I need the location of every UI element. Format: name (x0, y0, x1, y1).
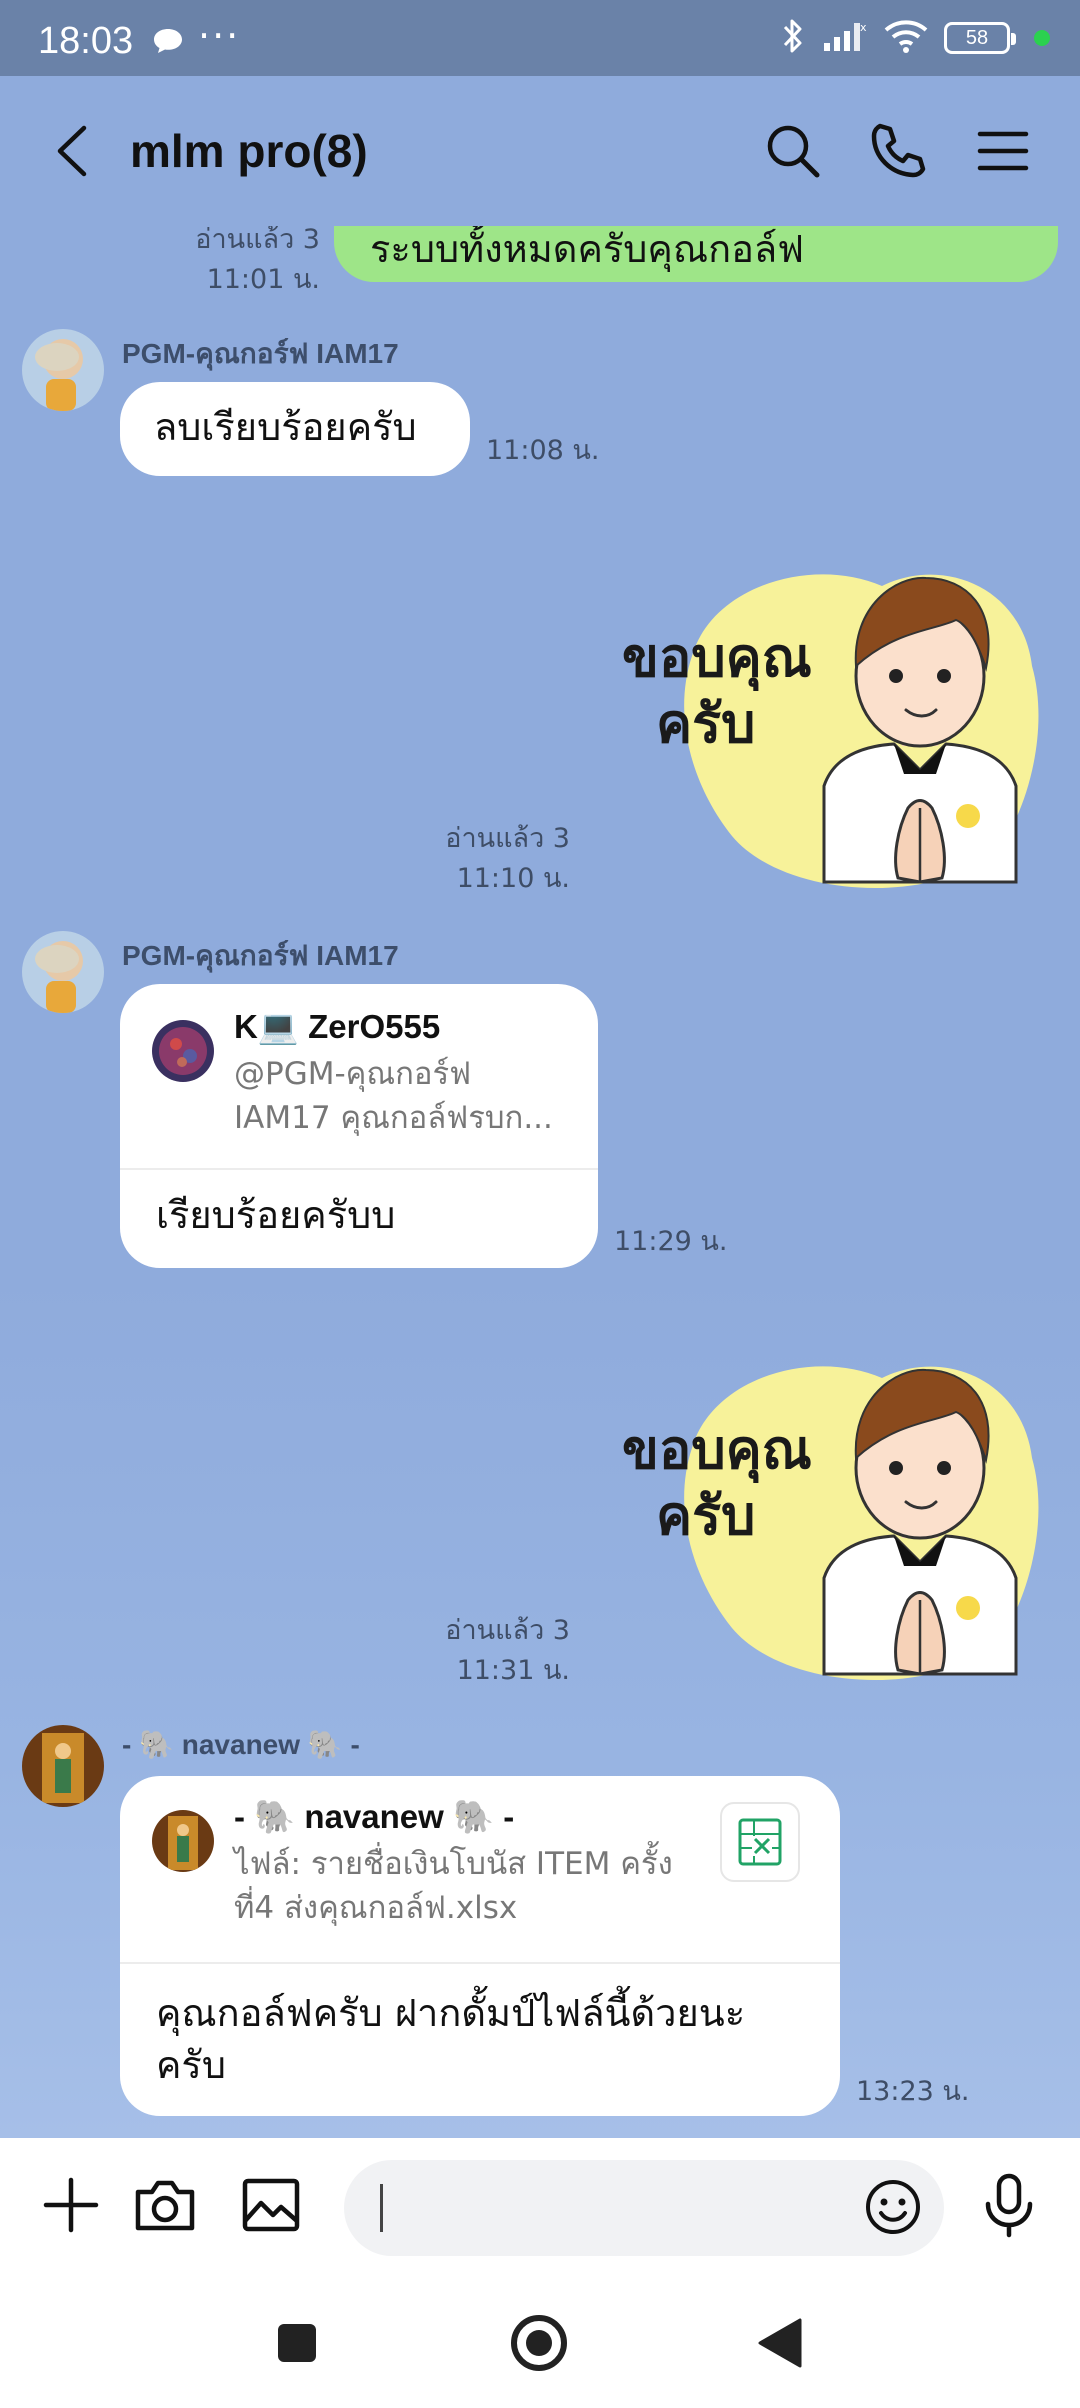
phone-icon[interactable] (866, 120, 928, 182)
avatar[interactable] (22, 329, 104, 411)
excel-file-icon[interactable] (720, 1802, 800, 1882)
text-cursor (380, 2184, 383, 2232)
sticker-text: ขอบคุณ (622, 626, 812, 692)
home-icon[interactable] (504, 2308, 574, 2378)
avatar[interactable] (22, 931, 104, 1013)
message-read-receipt: อ่านแล้ว 3 11:10 น. (445, 823, 570, 894)
quoted-text: @PGM-คุณกอร์ฟ (234, 1056, 472, 1092)
incoming-reply-bubble[interactable]: K💻 ZerO555 @PGM-คุณกอร์ฟ IAM17 คุณกอล์ฟร… (120, 984, 598, 1268)
chat-header: mlm pro(8) (0, 76, 1080, 226)
message-text: เรียบร้อยครับบ (156, 1193, 396, 1237)
search-icon[interactable] (762, 120, 824, 182)
menu-icon[interactable] (972, 120, 1034, 182)
divider (120, 1962, 840, 1964)
status-more: ··· (198, 14, 241, 58)
sender-name: - 🐘 navanew 🐘 - (122, 1729, 360, 1760)
quoted-avatar (152, 1020, 214, 1082)
quoted-avatar (152, 1810, 214, 1872)
svg-text:x: x (860, 21, 867, 34)
chat-title[interactable]: mlm pro(8) (130, 124, 368, 178)
message-text: ลบเรียบร้อยครับ (154, 405, 417, 449)
quoted-sender: K💻 ZerO555 (234, 1008, 441, 1045)
system-nav-bar (0, 2278, 1080, 2408)
avatar[interactable] (22, 1725, 104, 1807)
quoted-text: IAM17 คุณกอล์ฟรบก... (234, 1100, 553, 1136)
quoted-file-name: ที่4 ส่งคุณกอล์ฟ.xlsx (234, 1890, 518, 1926)
quoted-sender: - 🐘 navanew 🐘 - (234, 1798, 515, 1835)
sender-name: PGM-คุณกอร์ฟ IAM17 (122, 940, 399, 971)
message-time: 11:29 น. (614, 1226, 728, 1257)
message-text: ระบบทั้งหมดครับคุณกอล์ฟ (370, 227, 805, 271)
message-time: 11:08 น. (486, 435, 600, 466)
divider (120, 1168, 598, 1170)
incoming-message-bubble[interactable]: ลบเรียบร้อยครับ (120, 382, 470, 476)
status-dot (1034, 30, 1050, 46)
bluetooth-icon (780, 16, 806, 60)
sticker-text: ครับ (656, 692, 755, 755)
battery-icon: 58 (944, 22, 1016, 54)
outgoing-message-bubble[interactable]: ระบบทั้งหมดครับคุณกอล์ฟ (334, 226, 1058, 282)
image-icon[interactable] (236, 2170, 306, 2240)
wifi-icon (884, 18, 928, 58)
thank-you-sticker[interactable]: ขอบคุณ ครับ (612, 526, 1042, 916)
emoji-icon[interactable] (860, 2174, 926, 2240)
back-icon[interactable] (46, 120, 102, 182)
sender-name: PGM-คุณกอร์ฟ IAM17 (122, 338, 399, 369)
microphone-icon[interactable] (974, 2170, 1044, 2240)
message-read-receipt: อ่านแล้ว 3 11:31 น. (445, 1615, 570, 1686)
chat-messages[interactable]: อ่านแล้ว 3 11:01 น. ระบบทั้งหมดครับคุณกอ… (0, 226, 1080, 2138)
back-nav-icon[interactable] (746, 2308, 816, 2378)
camera-icon[interactable] (130, 2170, 200, 2240)
signal-icon: x (822, 19, 868, 57)
message-input[interactable] (344, 2160, 944, 2256)
incoming-file-reply-bubble[interactable]: - 🐘 navanew 🐘 - ไฟล์: รายชื่อเงินโบนัส I… (120, 1776, 840, 2116)
sticker-text: ครับ (656, 1484, 755, 1547)
message-read-receipt: อ่านแล้ว 3 11:01 น. (195, 226, 320, 295)
chat-notification-icon (152, 28, 184, 54)
recents-icon[interactable] (262, 2308, 332, 2378)
status-bar: 18:03 ··· x 58 (0, 0, 1080, 76)
message-time: 13:23 น. (856, 2076, 970, 2107)
sticker-text: ขอบคุณ (622, 1418, 812, 1484)
plus-icon[interactable] (36, 2170, 106, 2240)
message-text: ครับ (156, 2043, 226, 2087)
status-time: 18:03 (38, 20, 134, 62)
message-input-bar (0, 2138, 1080, 2278)
message-text: คุณกอล์ฟครับ ฝากดั้มป์ไฟล์นี้ด้วยนะ (156, 1991, 746, 2035)
thank-you-sticker[interactable]: ขอบคุณ ครับ (612, 1318, 1042, 1708)
quoted-file-name: ไฟล์: รายชื่อเงินโบนัส ITEM ครั้ง (234, 1846, 673, 1882)
